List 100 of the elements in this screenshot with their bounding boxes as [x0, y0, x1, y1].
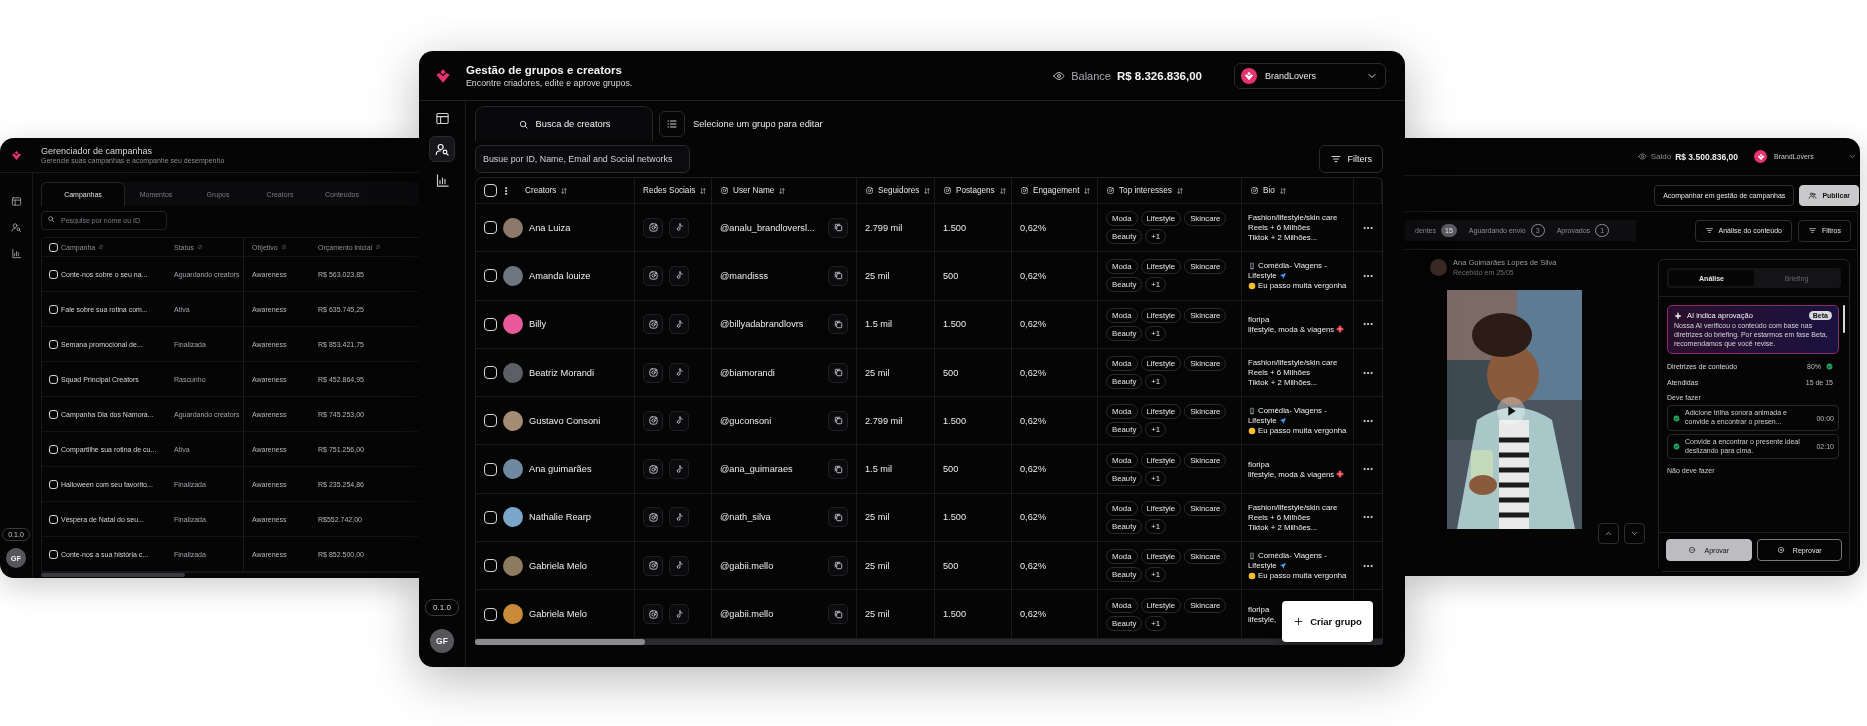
tiktok-button[interactable]	[669, 362, 689, 383]
checkbox[interactable]	[484, 607, 497, 621]
balance-value: R$ 3.500.836,00	[1675, 151, 1738, 162]
column-header[interactable]: Creators	[525, 186, 557, 195]
checkbox[interactable]	[484, 510, 497, 524]
account-select[interactable]: BrandLovers	[1234, 62, 1386, 89]
tiktok-button[interactable]	[669, 507, 689, 528]
table-cell: 0,62%	[1020, 367, 1047, 378]
tiktok-button[interactable]	[669, 555, 689, 576]
balance-label: Saldo	[1650, 152, 1672, 161]
checkbox[interactable]	[49, 409, 58, 419]
instagram-icon	[647, 367, 659, 379]
creator-name[interactable]: Billy	[529, 319, 547, 330]
tiktok-button[interactable]	[669, 217, 689, 238]
checkbox[interactable]	[484, 317, 497, 331]
column-header[interactable]: Bio	[1263, 186, 1275, 195]
checkbox[interactable]	[49, 514, 58, 524]
nav-item[interactable]	[9, 194, 23, 208]
column-header[interactable]: Engagement	[1033, 186, 1080, 195]
checkbox[interactable]	[49, 304, 58, 314]
scrollbar-thumb[interactable]	[1843, 305, 1845, 333]
search-field[interactable]: Busue por ID, Name, Email and Social networks	[475, 145, 690, 173]
brand-logo-icon	[1756, 152, 1765, 161]
creator-name[interactable]: Gabriela Melo	[529, 609, 587, 619]
checkbox[interactable]	[49, 549, 58, 559]
creator-name[interactable]: Amanda louize	[529, 270, 591, 281]
column-header[interactable]: Redes Sociais	[643, 186, 696, 195]
copy-button[interactable]	[828, 410, 848, 431]
user-handle: @nath_silva	[720, 512, 771, 523]
instagram-button[interactable]	[643, 362, 663, 383]
sort-icon	[923, 186, 932, 195]
table-icon	[434, 110, 450, 126]
instagram-button[interactable]	[643, 459, 663, 480]
copy-button[interactable]	[828, 459, 848, 480]
tiktok-button[interactable]	[669, 265, 689, 286]
chart-icon	[434, 172, 450, 188]
checkbox[interactable]	[484, 462, 497, 476]
copy-button[interactable]	[828, 604, 848, 624]
group-select-label[interactable]: Selecione um grupo para editar	[693, 118, 823, 129]
column-header[interactable]: Seguidores	[878, 186, 920, 195]
plus-icon	[1293, 616, 1305, 627]
copy-button[interactable]	[828, 314, 848, 335]
checkbox[interactable]	[484, 269, 497, 283]
list-button[interactable]	[659, 110, 685, 137]
instagram-button[interactable]	[643, 217, 663, 238]
column-header[interactable]: Postagens	[956, 186, 995, 195]
creator-name[interactable]: Nathalie Rearp	[529, 512, 591, 523]
instagram-button[interactable]	[643, 265, 663, 286]
copy-icon	[832, 367, 844, 379]
play-button[interactable]	[1497, 397, 1525, 425]
checkbox[interactable]	[49, 479, 58, 489]
column-header[interactable]: User Name	[733, 186, 775, 195]
window-title: Gestão de grupos e creators	[466, 63, 623, 76]
instagram-button[interactable]	[643, 604, 663, 624]
tiktok-button[interactable]	[669, 314, 689, 335]
creator-name[interactable]: Ana guimarães	[529, 464, 592, 475]
checkbox[interactable]	[49, 269, 58, 279]
creator-name[interactable]: Gustavo Consoni	[529, 415, 601, 426]
phone-icon	[1248, 261, 1256, 270]
copy-button[interactable]	[828, 362, 848, 383]
checkbox[interactable]	[49, 374, 58, 384]
checkbox[interactable]	[484, 221, 497, 235]
copy-button[interactable]	[828, 217, 848, 238]
checkbox[interactable]	[49, 242, 58, 252]
tiktok-button[interactable]	[669, 459, 689, 480]
table-cell: 0,62%	[1020, 609, 1047, 619]
scrollbar-thumb[interactable]	[41, 573, 185, 577]
user-avatar[interactable]: GF	[430, 629, 454, 653]
scrollbar-thumb[interactable]	[475, 638, 645, 645]
window-title: Gerenciador de campanhas	[41, 146, 154, 156]
instagram-button[interactable]	[643, 314, 663, 335]
nav-item[interactable]	[429, 136, 455, 162]
copy-button[interactable]	[828, 555, 848, 576]
tiktok-button[interactable]	[669, 604, 689, 624]
eye-icon[interactable]	[1637, 152, 1647, 161]
table-cell: 1.5 mil	[865, 319, 893, 330]
create-group-button[interactable]: Criar grupo	[1282, 601, 1373, 642]
checkbox[interactable]	[484, 559, 497, 573]
copy-button[interactable]	[828, 265, 848, 286]
instagram-button[interactable]	[643, 410, 663, 431]
avatar	[503, 604, 523, 624]
checkbox[interactable]	[484, 414, 497, 428]
search-icon	[517, 118, 529, 130]
checkbox[interactable]	[484, 184, 497, 197]
copy-button[interactable]	[828, 507, 848, 528]
filters-button[interactable]: Filters	[1318, 145, 1383, 173]
checkbox[interactable]	[49, 339, 58, 349]
creator-name[interactable]: Ana Luiza	[529, 222, 571, 233]
tiktok-button[interactable]	[669, 410, 689, 431]
creator-name[interactable]: Beatriz Morandi	[529, 367, 595, 378]
eye-icon[interactable]	[1053, 69, 1066, 82]
checkbox[interactable]	[484, 366, 497, 380]
table-cell: 25 mil	[865, 270, 890, 281]
tab[interactable]: Busca de creators	[475, 106, 653, 141]
checkbox[interactable]	[49, 444, 58, 454]
column-header[interactable]: Top interesses	[1119, 186, 1172, 195]
instagram-button[interactable]	[643, 507, 663, 528]
version-label: 0.1.0	[425, 599, 459, 616]
creator-name[interactable]: Gabriela Melo	[529, 560, 587, 571]
instagram-button[interactable]	[643, 555, 663, 576]
